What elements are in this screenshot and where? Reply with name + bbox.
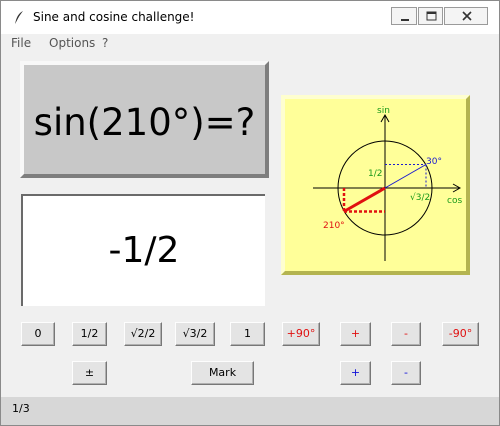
close-button[interactable] xyxy=(444,7,488,25)
cos-axis-label: cos xyxy=(447,196,462,206)
answer-0-button[interactable]: 0 xyxy=(21,322,55,346)
menu-file[interactable]: File xyxy=(11,36,31,50)
question-panel: sin(210°)=? xyxy=(20,61,269,178)
answer-sqrt3-half-button[interactable]: √3/2 xyxy=(175,322,215,346)
answer-sqrt2-half-button[interactable]: √2/2 xyxy=(124,322,162,346)
progress-status: 1/3 xyxy=(12,402,30,415)
question-angle-label: 210° xyxy=(323,221,345,231)
answer-text: -1/2 xyxy=(108,230,180,271)
close-icon xyxy=(462,11,472,21)
sign-toggle-button[interactable]: ± xyxy=(72,361,107,385)
maximize-icon xyxy=(426,11,437,21)
mark-button[interactable]: Mark xyxy=(191,361,254,385)
minimize-icon xyxy=(401,19,409,21)
plus-90-button[interactable]: +90° xyxy=(282,322,320,346)
answer-panel: -1/2 xyxy=(21,194,265,306)
plus-red-button[interactable]: + xyxy=(340,322,371,346)
ref-angle-ray xyxy=(384,164,427,189)
question-text: sin(210°)=? xyxy=(33,101,256,144)
status-bar: 1/3 xyxy=(1,397,499,425)
minus-red-button[interactable]: - xyxy=(391,322,421,346)
sqrt3-half-label: √3/2 xyxy=(410,192,430,203)
menu-options[interactable]: Options xyxy=(49,36,95,50)
menu-bar: File Options ? xyxy=(1,34,499,54)
app-window: Sine and cosine challenge! File Options … xyxy=(0,0,500,426)
plus-blue-button[interactable]: + xyxy=(340,361,371,385)
unit-circle-diagram: sin cos 1/2 √3/2 30° 210° xyxy=(313,106,462,261)
minus-blue-button[interactable]: - xyxy=(391,361,421,385)
answer-half-button[interactable]: 1/2 xyxy=(72,322,107,346)
window-title: Sine and cosine challenge! xyxy=(33,10,195,24)
maximize-button[interactable] xyxy=(418,7,443,25)
minimize-button[interactable] xyxy=(391,7,417,25)
menu-help[interactable]: ? xyxy=(102,36,108,50)
reference-angle-label: 30° xyxy=(426,157,442,167)
half-label: 1/2 xyxy=(368,169,382,179)
answer-angle-ray xyxy=(343,186,386,213)
minus-90-button[interactable]: -90° xyxy=(442,322,479,346)
sin-axis-label: sin xyxy=(377,106,390,116)
unit-circle-panel: sin cos 1/2 √3/2 30° 210° xyxy=(281,95,470,275)
feather-icon xyxy=(13,10,25,30)
title-bar: Sine and cosine challenge! xyxy=(1,1,499,34)
answer-1-button[interactable]: 1 xyxy=(230,322,265,346)
